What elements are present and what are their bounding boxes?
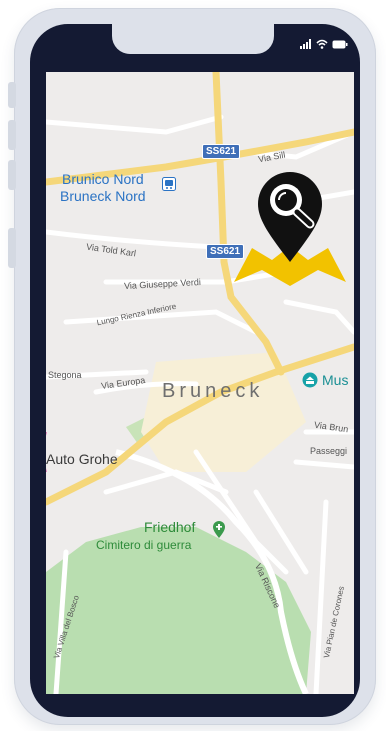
street-label-stegona: Stegona xyxy=(48,370,82,380)
station-label-line1[interactable]: Brunico Nord xyxy=(62,171,144,187)
wifi-icon xyxy=(316,36,328,54)
poi-label-auto-grohe[interactable]: Auto Grohe xyxy=(46,451,118,467)
street-label-passeggi: Passeggi xyxy=(310,446,348,456)
battery-icon xyxy=(332,36,348,54)
signal-icon xyxy=(300,36,312,54)
poi-label-museum[interactable]: Mus xyxy=(322,372,348,388)
station-label-line2[interactable]: Bruneck Nord xyxy=(60,188,146,204)
phone-volume-up-button xyxy=(8,120,16,150)
cemetery-label-line2[interactable]: Cimitero di guerra xyxy=(96,538,191,552)
road-shield-ss621: SS621 xyxy=(202,144,241,159)
town-label-bruneck: Bruneck xyxy=(162,380,264,402)
phone-volume-down-button xyxy=(8,160,16,190)
phone-mute-button xyxy=(8,82,16,108)
phone-notch xyxy=(112,24,274,54)
cemetery-label-line1[interactable]: Friedhof xyxy=(144,519,195,535)
status-bar xyxy=(300,36,348,54)
map-view[interactable]: SS621 SS621 Via Sill Brunico Nord Brunec… xyxy=(46,72,354,694)
cemetery-park-area xyxy=(46,527,311,694)
phone-power-button xyxy=(8,228,16,268)
